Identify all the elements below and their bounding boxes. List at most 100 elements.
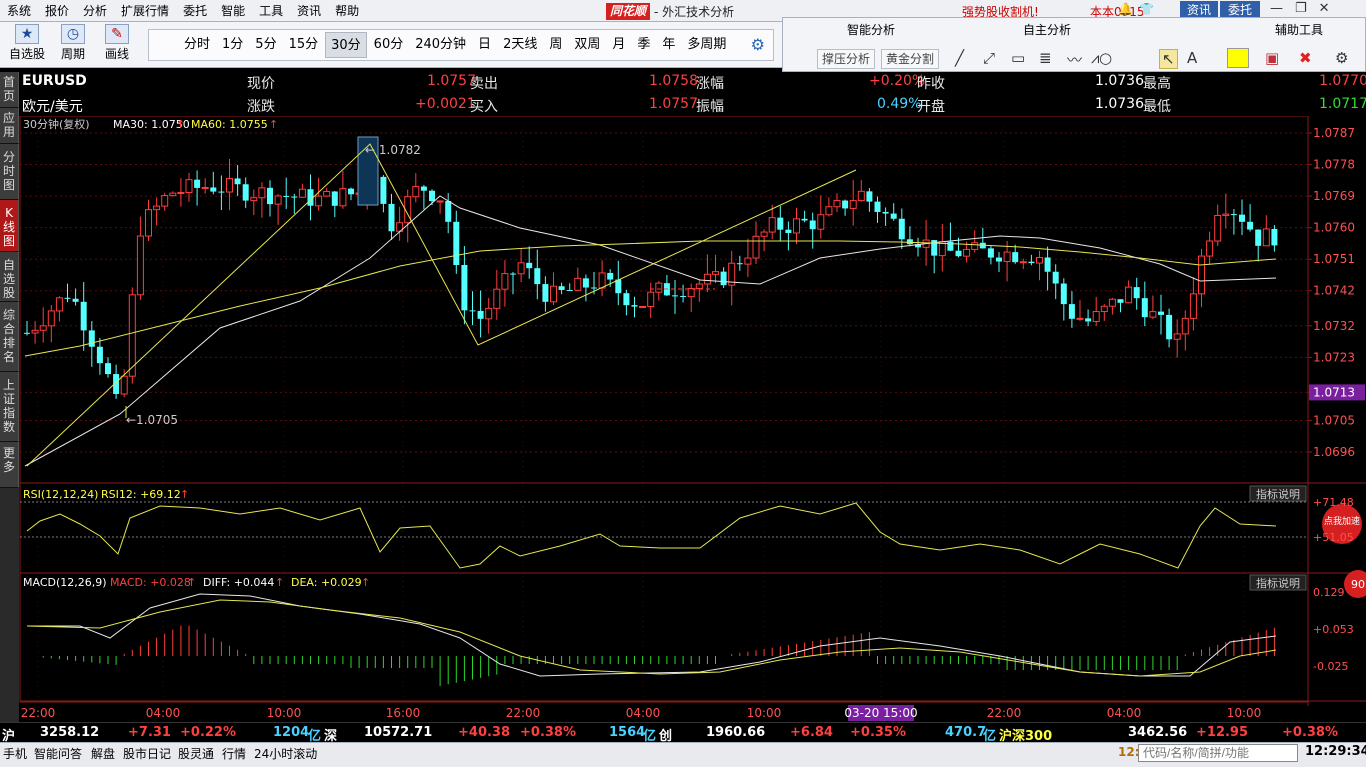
main-legend-period: 30分钟(复权) [23,117,90,131]
menu-system[interactable]: 系统 [0,0,38,22]
period-multi[interactable]: 多周期 [682,32,731,58]
indicator-lines [24,143,1277,677]
menu-tools[interactable]: 工具 [252,0,290,22]
color-swatch[interactable] [1227,48,1249,68]
delete-icon[interactable]: ✖ [1299,49,1312,67]
app-logo: 同花顺 [606,2,651,20]
period-month[interactable]: 月 [607,32,630,58]
save-icon[interactable]: ▣ [1265,49,1279,67]
period-15m[interactable]: 15分 [284,32,324,58]
candle-body [1189,293,1197,319]
xtick-8: 22:00 [987,706,1022,720]
gear-icon[interactable]: ⚙ [751,35,765,54]
period-5m[interactable]: 5分 [250,32,281,58]
candle-body [445,200,452,222]
rsi-value: RSI12: +69.12 [101,488,181,501]
high-price: 1.0770 [1319,73,1366,89]
candle-body [461,265,468,311]
period-quarter[interactable]: 季 [632,32,655,58]
menu-entrust[interactable]: 委托 [176,0,214,22]
task-gulingtong[interactable]: 股灵通 [178,745,214,762]
period-fenshi[interactable]: 分时 [179,32,215,58]
menu-extended[interactable]: 扩展行情 [114,0,176,22]
bid-price: 1.0757 [649,96,698,112]
candle-body [380,176,387,204]
circle-icon[interactable]: ○ [1099,49,1112,67]
menu-news[interactable]: 资讯 [290,0,328,22]
diff-arrow: ↑ [275,576,284,589]
settings-icon[interactable]: ⚙ [1335,49,1348,67]
ma30-arrow: ↑ [176,118,185,131]
support-resistance-button[interactable]: 撑压分析 [817,49,876,69]
ytick-9: 1.0705 [1313,413,1355,427]
kline-chart-svg[interactable]: 1.0787 1.0778 1.0769 1.0760 1.0751 1.0742 1.07… [0,115,1366,722]
nav-home[interactable]: 首页 [0,72,19,108]
candle-body [672,295,678,297]
candle-body [274,195,282,205]
ray-icon[interactable]: ⤢ [983,49,995,67]
smart-analysis-header: 智能分析 [847,23,896,37]
macd-explain-button: 指标说明 [1256,576,1300,590]
menu-analysis[interactable]: 分析 [76,0,114,22]
line-icon[interactable]: ╱ [955,49,964,67]
candle-body [655,282,663,293]
task-jiepan[interactable]: 解盘 [91,745,115,762]
period-1m[interactable]: 1分 [217,32,248,58]
period-240m[interactable]: 240分钟 [410,32,471,58]
draw-tool[interactable]: ✎ 画线 [96,24,138,62]
menu-smart[interactable]: 智能 [214,0,252,22]
period-day[interactable]: 日 [473,32,496,58]
candle-body [866,191,873,202]
candle-body [1239,214,1245,222]
close-icon[interactable]: ✕ [1319,1,1330,16]
text-icon[interactable]: A [1187,49,1197,67]
period-2day[interactable]: 2天线 [498,32,542,58]
candle-body [501,273,509,290]
watchlist-tool[interactable]: ★ 自选股 [6,24,48,62]
candle-body [24,332,30,334]
code-search-input[interactable] [1138,744,1298,762]
current-price: 1.0757 [427,73,476,89]
candle-body [695,283,703,290]
menu-quote[interactable]: 报价 [38,0,76,22]
task-quotes[interactable]: 行情 [222,745,246,762]
candle-body [1117,299,1124,303]
period-tool[interactable]: ◷ 周期 [52,24,94,62]
candle-body [331,191,338,206]
golden-section-button[interactable]: 黄金分割 [881,49,940,69]
task-mobile[interactable]: 手机 [3,745,27,762]
ma30-line [24,195,1277,467]
candle-body [105,363,111,375]
bell-icon[interactable]: 🔔 [1118,2,1133,16]
shirt-icon[interactable]: 👕 [1139,2,1154,16]
symbol-code: EURUSD [22,73,87,89]
menu-help[interactable]: 帮助 [328,0,366,22]
period-year[interactable]: 年 [657,32,680,58]
cursor-icon[interactable]: ↖ [1159,49,1178,69]
high-marker: ← 1.0782 [365,143,421,157]
candle-body [291,196,298,198]
wave-icon[interactable]: 〰 [1067,49,1082,70]
period-60m[interactable]: 60分 [369,32,409,58]
channel-icon[interactable]: ≣ [1039,49,1052,67]
task-24h[interactable]: 24小时滚动 [254,745,317,762]
restore-icon[interactable]: ❐ [1295,1,1307,16]
task-qa[interactable]: 智能问答 [34,745,82,762]
period-week[interactable]: 周 [544,32,567,58]
candle-body [598,272,606,289]
rect-icon[interactable]: ▭ [1011,49,1025,67]
macd-value: MACD: +0.028 [110,576,191,589]
candle-body [1158,311,1164,315]
ytick-7: 1.0723 [1313,350,1355,364]
dea-value: DEA: +0.029 [291,576,362,589]
period-30m[interactable]: 30分 [325,32,367,58]
minimize-icon[interactable]: — [1270,1,1283,16]
period-2week[interactable]: 双周 [569,32,605,58]
chart-area[interactable]: 1.0787 1.0778 1.0769 1.0760 1.0751 1.0742 1.07… [0,115,1366,722]
period-label: 周期 [60,47,85,61]
candle-body [453,221,460,266]
task-diary[interactable]: 股市日记 [123,745,171,762]
low-price: 1.0717 [1319,96,1366,112]
ytick-2: 1.0769 [1313,189,1355,203]
hs300-pct: +0.38% [1282,725,1338,740]
